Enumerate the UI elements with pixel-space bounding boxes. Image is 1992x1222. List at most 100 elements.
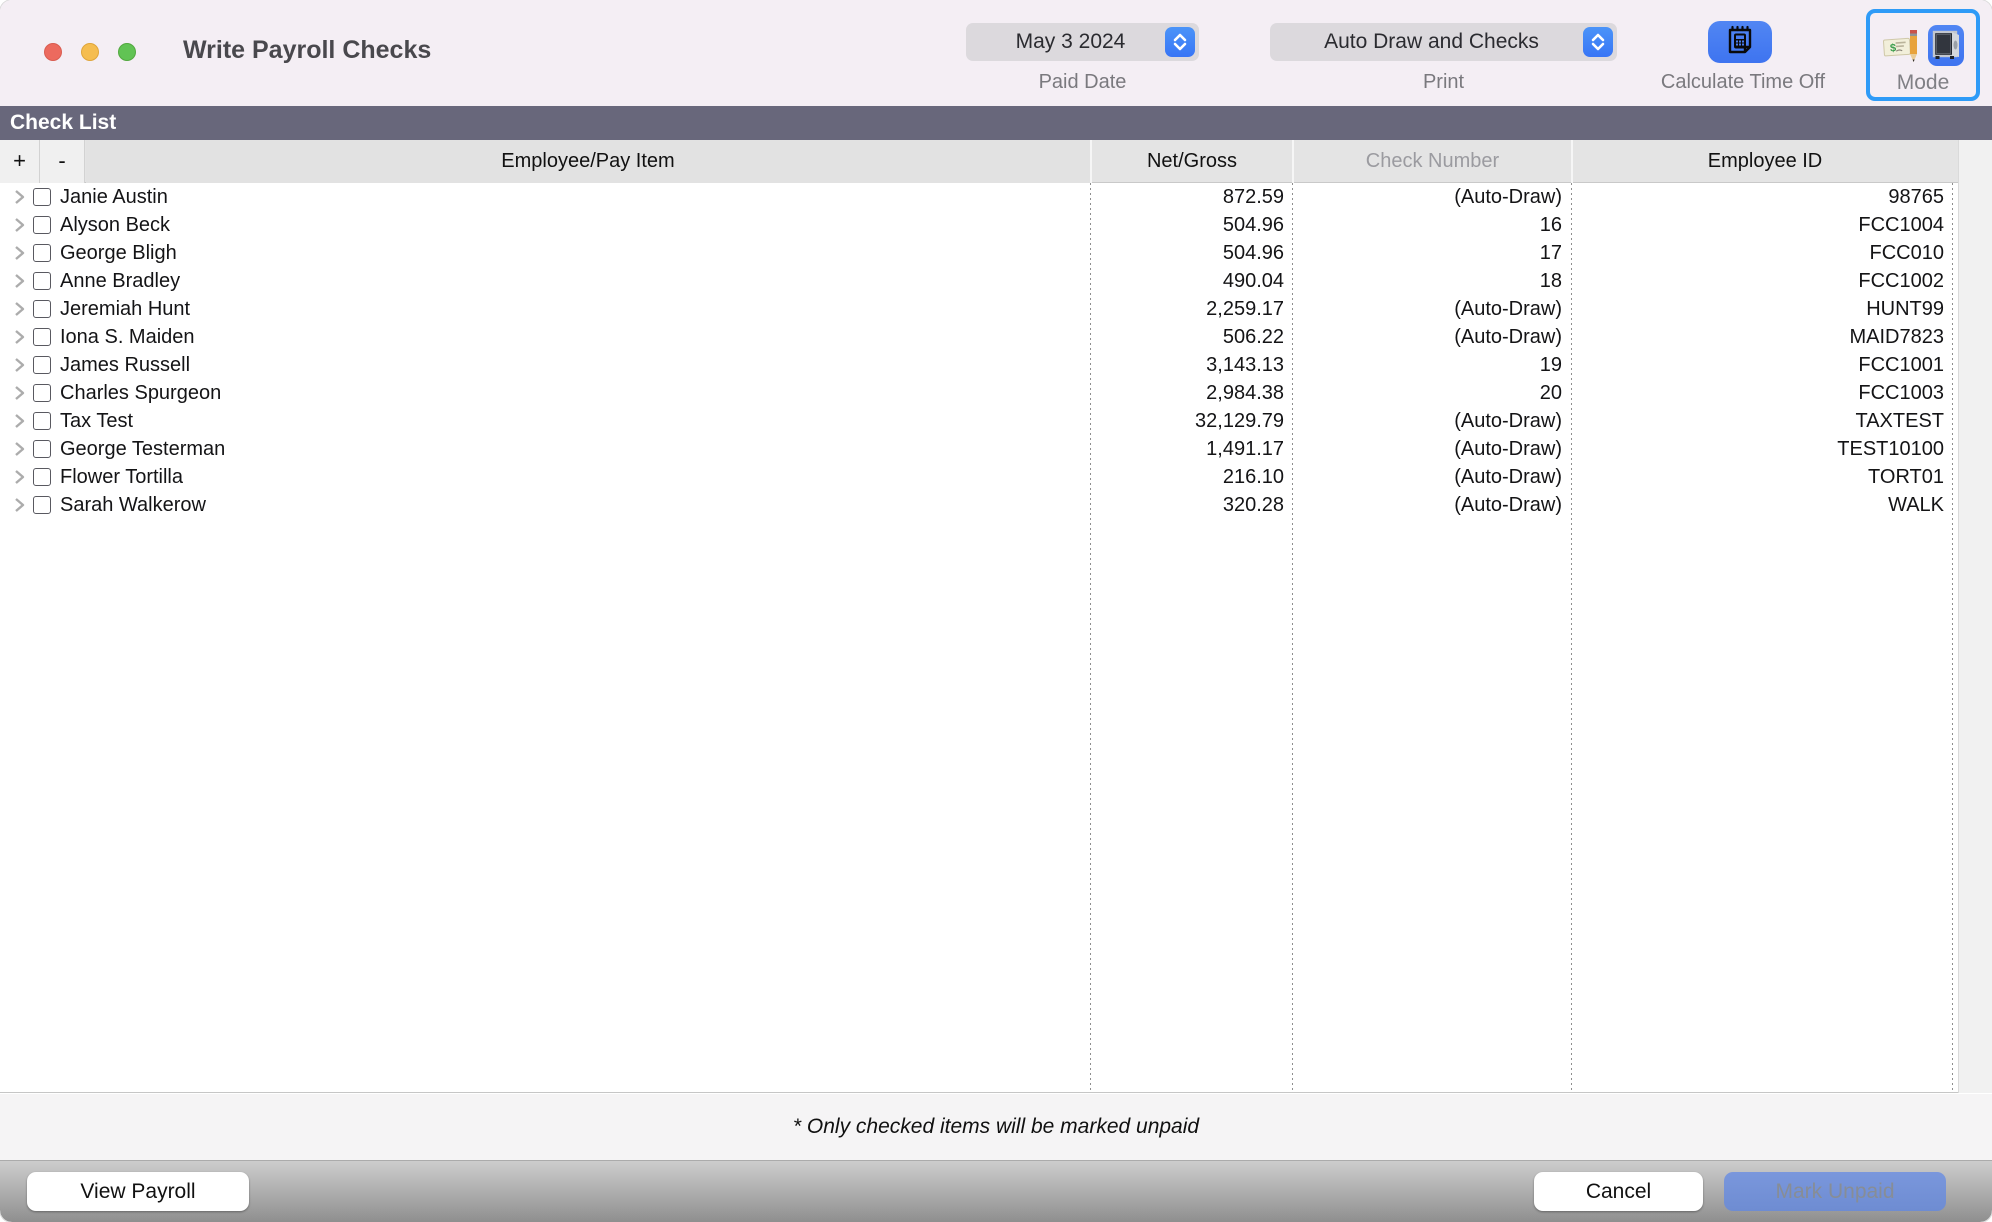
net-gross-value: 490.04 bbox=[1090, 267, 1284, 295]
add-row-button[interactable]: + bbox=[0, 140, 40, 183]
row-checkbox[interactable] bbox=[33, 468, 51, 486]
chevron-right-icon[interactable] bbox=[10, 211, 28, 239]
titlebar: Write Payroll Checks May 3 2024 Paid Dat… bbox=[0, 0, 1992, 106]
chevron-right-icon[interactable] bbox=[10, 239, 28, 267]
row-checkbox[interactable] bbox=[33, 440, 51, 458]
net-gross-value: 3,143.13 bbox=[1090, 351, 1284, 379]
minimize-window-button[interactable] bbox=[81, 43, 99, 61]
row-checkbox[interactable] bbox=[33, 188, 51, 206]
employee-id-value: 98765 bbox=[1571, 183, 1944, 211]
row-checkbox[interactable] bbox=[33, 300, 51, 318]
window-title: Write Payroll Checks bbox=[183, 36, 431, 65]
employee-name: George Bligh bbox=[60, 239, 177, 267]
paid-date-popup[interactable]: May 3 2024 bbox=[966, 23, 1199, 61]
cancel-button[interactable]: Cancel bbox=[1534, 1172, 1703, 1211]
employee-name: Charles Spurgeon bbox=[60, 379, 221, 407]
net-gross-value: 2,984.38 bbox=[1090, 379, 1284, 407]
check-list-table: Janie Austin 872.59 (Auto-Draw) 98765 Al… bbox=[0, 183, 1992, 1093]
scrollbar-track bbox=[1958, 140, 1992, 1093]
chevron-right-icon[interactable] bbox=[10, 267, 28, 295]
column-header-check-number[interactable]: Check Number bbox=[1292, 140, 1571, 183]
column-header-employee-pay-item[interactable]: Employee/Pay Item bbox=[86, 140, 1090, 183]
row-checkbox[interactable] bbox=[33, 496, 51, 514]
employee-id-value: FCC1002 bbox=[1571, 267, 1944, 295]
net-gross-value: 216.10 bbox=[1090, 463, 1284, 491]
column-header-net-gross[interactable]: Net/Gross bbox=[1090, 140, 1292, 183]
net-gross-value: 32,129.79 bbox=[1090, 407, 1284, 435]
check-number-value: (Auto-Draw) bbox=[1292, 295, 1562, 323]
check-number-value: 20 bbox=[1292, 379, 1562, 407]
row-checkbox[interactable] bbox=[33, 244, 51, 262]
employee-id-value: TAXTEST bbox=[1571, 407, 1944, 435]
row-checkbox[interactable] bbox=[33, 272, 51, 290]
employee-name: George Testerman bbox=[60, 435, 225, 463]
row-checkbox[interactable] bbox=[33, 356, 51, 374]
chevron-right-icon[interactable] bbox=[10, 379, 28, 407]
safe-vault-icon bbox=[1928, 25, 1964, 66]
paid-date-value: May 3 2024 bbox=[966, 30, 1161, 54]
table-row: Tax Test 32,129.79 (Auto-Draw) TAXTEST bbox=[0, 407, 1992, 435]
net-gross-value: 320.28 bbox=[1090, 491, 1284, 519]
employee-id-value: MAID7823 bbox=[1571, 323, 1944, 351]
stepper-icon[interactable] bbox=[1165, 27, 1195, 57]
calculate-time-off-label: Calculate Time Off bbox=[1645, 71, 1841, 94]
bottom-button-bar: View Payroll Cancel Mark Unpaid bbox=[0, 1160, 1992, 1222]
chevron-right-icon[interactable] bbox=[10, 407, 28, 435]
check-number-value: 16 bbox=[1292, 211, 1562, 239]
employee-id-value: FCC1004 bbox=[1571, 211, 1944, 239]
chevron-right-icon[interactable] bbox=[10, 435, 28, 463]
employee-id-value: HUNT99 bbox=[1571, 295, 1944, 323]
table-row: Charles Spurgeon 2,984.38 20 FCC1003 bbox=[0, 379, 1992, 407]
write-payroll-checks-window: Write Payroll Checks May 3 2024 Paid Dat… bbox=[0, 0, 1992, 1222]
check-number-value: (Auto-Draw) bbox=[1292, 183, 1562, 211]
check-number-value: 19 bbox=[1292, 351, 1562, 379]
employee-name: Iona S. Maiden bbox=[60, 323, 195, 351]
check-number-value: (Auto-Draw) bbox=[1292, 435, 1562, 463]
calculate-time-off-button[interactable] bbox=[1708, 21, 1772, 63]
print-label: Print bbox=[1270, 71, 1617, 94]
employee-name: Flower Tortilla bbox=[60, 463, 183, 491]
chevron-right-icon[interactable] bbox=[10, 183, 28, 211]
chevron-right-icon[interactable] bbox=[10, 491, 28, 519]
employee-name: Tax Test bbox=[60, 407, 133, 435]
view-payroll-button[interactable]: View Payroll bbox=[27, 1172, 249, 1211]
chevron-right-icon[interactable] bbox=[10, 463, 28, 491]
net-gross-value: 1,491.17 bbox=[1090, 435, 1284, 463]
table-row: George Testerman 1,491.17 (Auto-Draw) TE… bbox=[0, 435, 1992, 463]
employee-name: Anne Bradley bbox=[60, 267, 180, 295]
check-list-panel-title: Check List bbox=[0, 106, 1992, 140]
mark-unpaid-button[interactable]: Mark Unpaid bbox=[1724, 1172, 1946, 1211]
paid-date-label: Paid Date bbox=[966, 71, 1199, 94]
print-popup[interactable]: Auto Draw and Checks bbox=[1270, 23, 1617, 61]
employee-name: Alyson Beck bbox=[60, 211, 170, 239]
svg-text:$: $ bbox=[1889, 42, 1896, 54]
table-row: James Russell 3,143.13 19 FCC1001 bbox=[0, 351, 1992, 379]
table-row: Alyson Beck 504.96 16 FCC1004 bbox=[0, 211, 1992, 239]
chevron-right-icon[interactable] bbox=[10, 323, 28, 351]
chevron-right-icon[interactable] bbox=[10, 295, 28, 323]
row-checkbox[interactable] bbox=[33, 384, 51, 402]
table-header-row: + - Employee/Pay Item Net/Gross Check Nu… bbox=[0, 140, 1992, 183]
remove-row-button[interactable]: - bbox=[40, 140, 85, 183]
employee-id-value: FCC010 bbox=[1571, 239, 1944, 267]
close-window-button[interactable] bbox=[44, 43, 62, 61]
employee-name: Janie Austin bbox=[60, 183, 168, 211]
stepper-icon[interactable] bbox=[1583, 27, 1613, 57]
row-checkbox[interactable] bbox=[33, 328, 51, 346]
chevron-right-icon[interactable] bbox=[10, 351, 28, 379]
mode-button[interactable]: $ bbox=[1866, 9, 1980, 101]
net-gross-value: 504.96 bbox=[1090, 211, 1284, 239]
employee-id-value: TORT01 bbox=[1571, 463, 1944, 491]
column-header-employee-id[interactable]: Employee ID bbox=[1571, 140, 1957, 183]
employee-id-value: FCC1003 bbox=[1571, 379, 1944, 407]
row-checkbox[interactable] bbox=[33, 216, 51, 234]
net-gross-value: 506.22 bbox=[1090, 323, 1284, 351]
zoom-window-button[interactable] bbox=[118, 43, 136, 61]
row-checkbox[interactable] bbox=[33, 412, 51, 430]
table-row: Iona S. Maiden 506.22 (Auto-Draw) MAID78… bbox=[0, 323, 1992, 351]
calculator-calendar-icon bbox=[1723, 23, 1757, 62]
net-gross-value: 504.96 bbox=[1090, 239, 1284, 267]
table-row: Flower Tortilla 216.10 (Auto-Draw) TORT0… bbox=[0, 463, 1992, 491]
check-number-value: (Auto-Draw) bbox=[1292, 491, 1562, 519]
check-number-value: 18 bbox=[1292, 267, 1562, 295]
